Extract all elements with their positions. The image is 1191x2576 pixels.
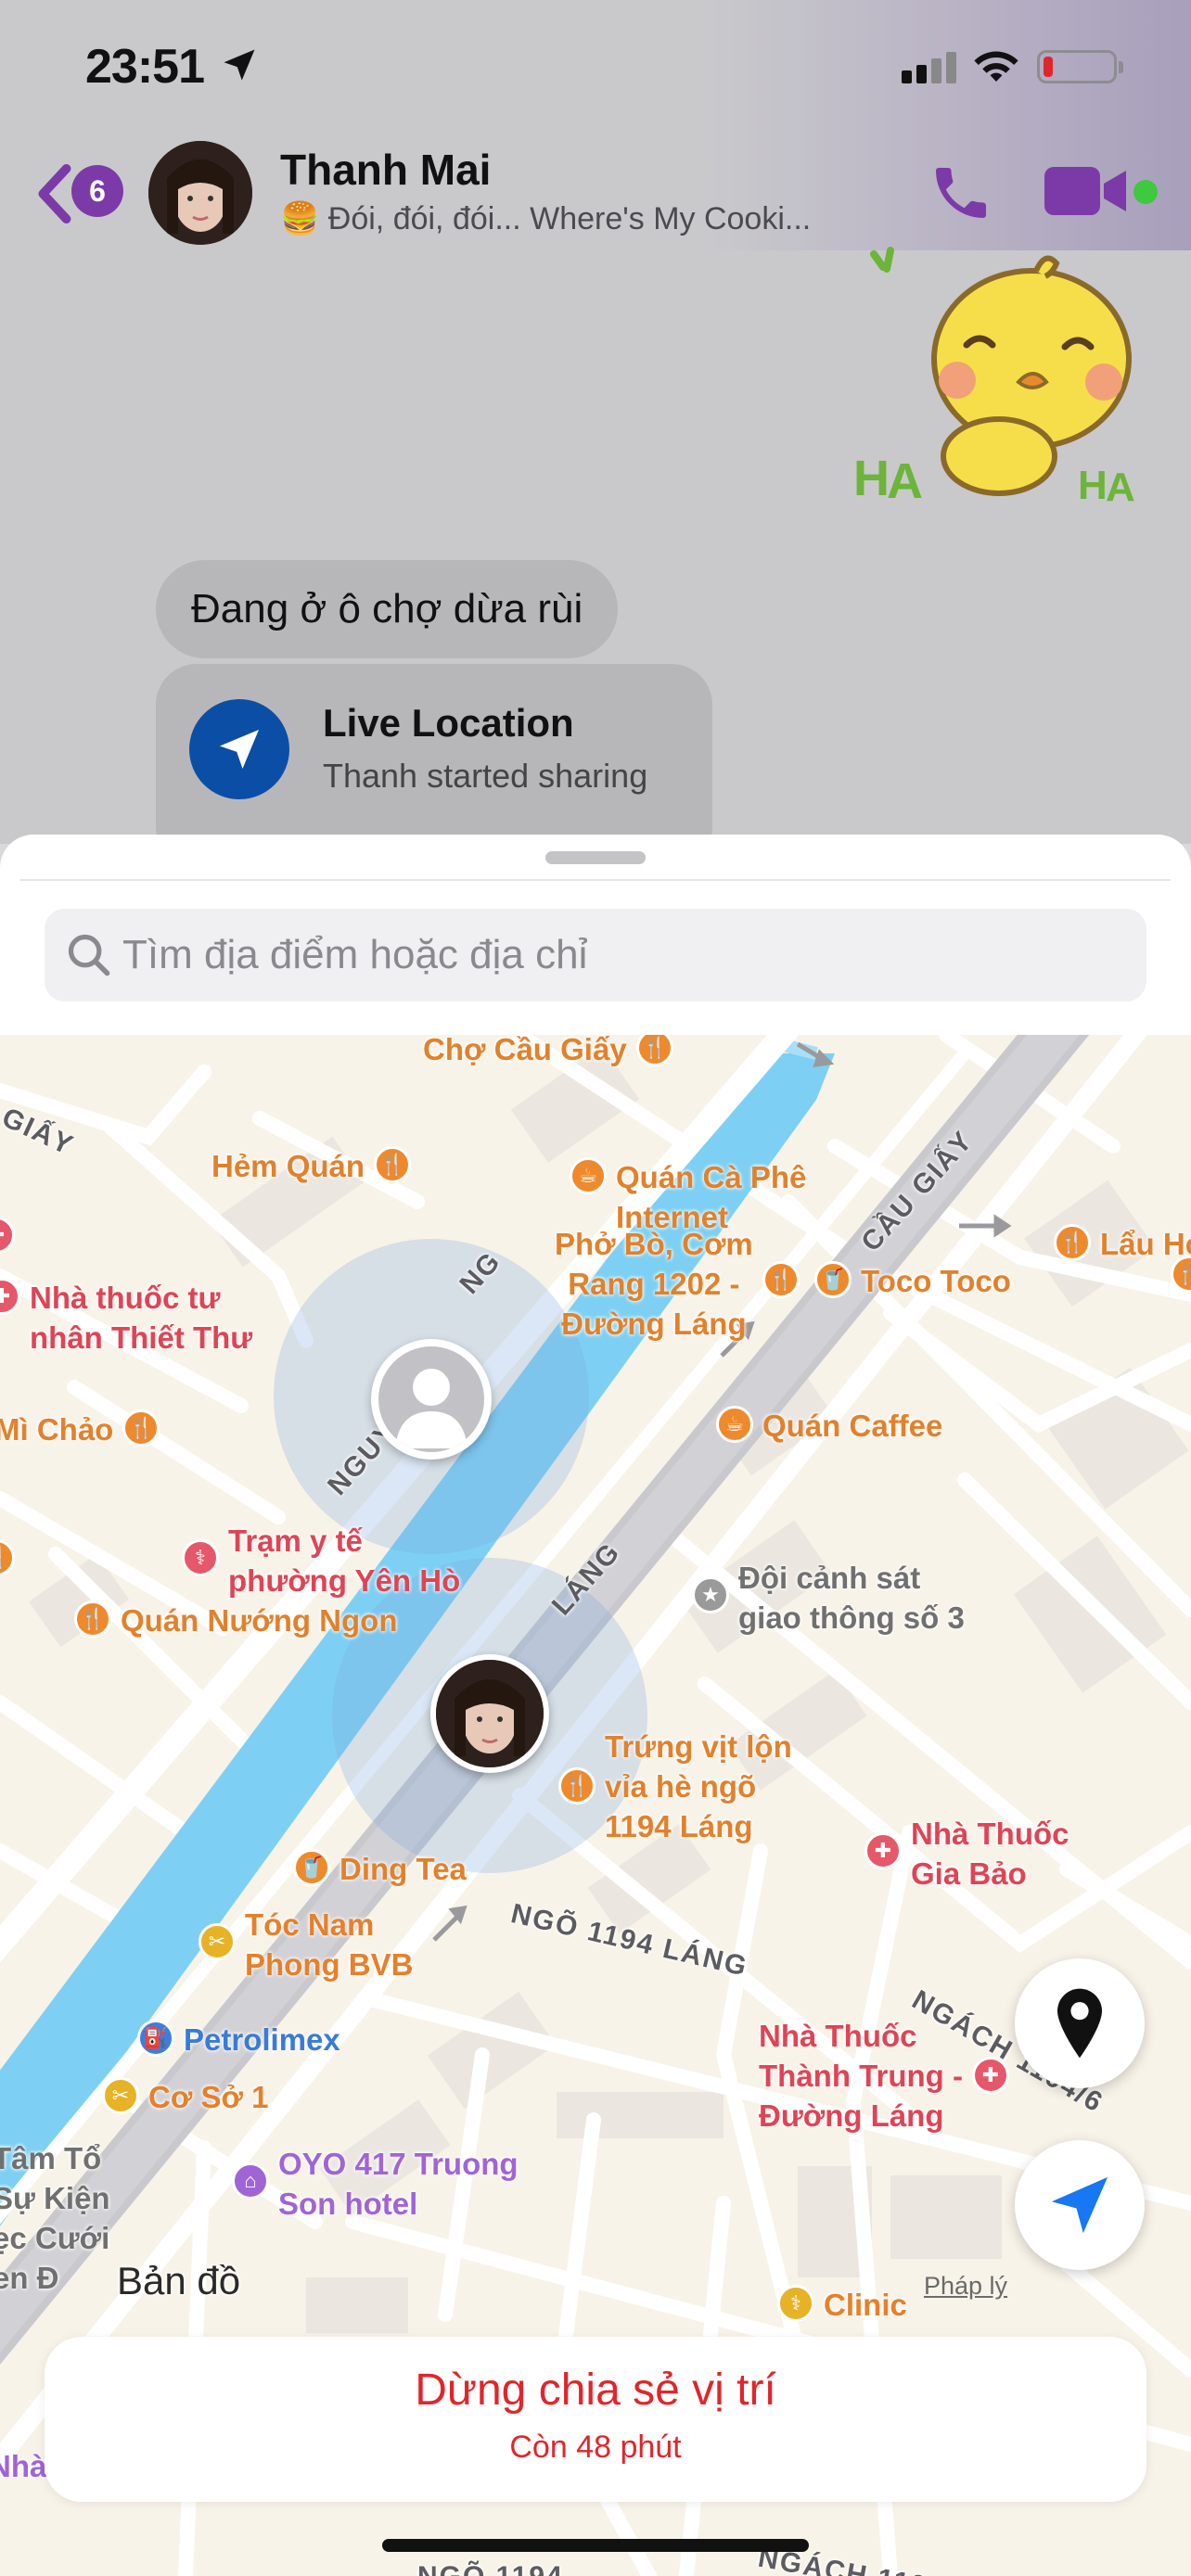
stop-sharing-button[interactable]: Dừng chia sẻ vị trí Còn 48 phút	[45, 2337, 1146, 2502]
phone-call-icon[interactable]	[928, 159, 994, 226]
svg-text:H: H	[853, 451, 890, 503]
location-arrow-icon	[224, 49, 255, 81]
place-marker[interactable]: ✚ Nhà thuốc tư nhân Thiết Thư	[0, 1278, 252, 1358]
unread-count-badge[interactable]: 6	[71, 165, 123, 217]
hotel-icon: ⌂	[232, 2162, 269, 2200]
person-icon	[378, 1346, 484, 1452]
live-location-subtitle: Thanh started sharing	[323, 757, 648, 795]
drink-icon: 🥤	[293, 1849, 330, 1886]
cellular-signal-icon	[902, 52, 956, 83]
friend-location-pin[interactable]	[371, 1339, 492, 1460]
contact-status: 🍔 Đói, đói, đói... Where's My Cooki...	[280, 201, 812, 236]
place-marker[interactable]: ⚕ Clinic	[777, 2285, 907, 2325]
place-marker-edge[interactable]: 🍴	[0, 1539, 15, 1576]
place-marker[interactable]: ☕ Quán Caffee	[716, 1406, 942, 1446]
wifi-icon	[974, 51, 1018, 82]
place-marker[interactable]: 🍴 Trứng vịt lộn vỉa hè ngõ 1194 Láng	[558, 1727, 792, 1846]
coffee-icon: ☕	[570, 1157, 607, 1194]
fuel-icon: ⛽	[137, 2020, 174, 2057]
place-marker[interactable]: 🍴 Mì Chảo	[0, 1409, 160, 1449]
place-marker[interactable]: ⌂ OYO 417 Truong Son hotel	[232, 2144, 519, 2224]
drop-pin-button[interactable]	[1015, 1958, 1145, 2088]
place-marker-edge[interactable]: ✚	[0, 1217, 15, 1254]
pharmacy-icon: ✚	[0, 1278, 20, 1315]
svg-text:H: H	[1078, 463, 1108, 503]
back-chevron-icon[interactable]	[33, 163, 74, 224]
live-location-icon	[189, 699, 289, 799]
live-location-title: Live Location	[323, 701, 574, 745]
maps-brand-label: Bản đồ	[117, 2259, 241, 2302]
fork-knife-icon: 🍴	[558, 1767, 596, 1804]
search-input[interactable]	[122, 909, 1124, 1001]
fork-knife-icon: 🍴	[762, 1261, 800, 1298]
message-bubble[interactable]: Đang ở ô chợ dừa rùi	[156, 560, 619, 658]
coffee-icon: ☕	[716, 1406, 753, 1443]
user-location-pin[interactable]	[430, 1654, 549, 1773]
place-marker[interactable]: ★ Đội cảnh sát giao thông số 3	[692, 1558, 965, 1638]
svg-text:A: A	[887, 453, 923, 503]
sheet-divider	[20, 879, 1171, 881]
status-bar: 23:51	[0, 0, 1191, 130]
medical-icon: ⚕	[182, 1539, 219, 1576]
map-pin-icon	[1057, 1988, 1102, 2059]
place-marker[interactable]: ⛽ Petrolimex	[137, 2020, 340, 2060]
contact-avatar[interactable]	[148, 141, 252, 245]
place-marker[interactable]: 🥤 Toco Toco	[814, 1261, 1011, 1301]
pharmacy-icon: ✚	[864, 1832, 902, 1869]
place-marker[interactable]: 🥤 Ding Tea	[293, 1849, 467, 1889]
fork-knife-icon: 🍴	[374, 1146, 412, 1183]
user-avatar	[436, 1660, 544, 1767]
search-icon	[68, 934, 110, 976]
fork-knife-icon: 🍴	[635, 1035, 673, 1066]
drink-icon: 🥤	[814, 1261, 852, 1298]
place-marker-edge[interactable]: 🍴	[1171, 1256, 1191, 1293]
police-icon: ★	[692, 1576, 729, 1613]
place-marker[interactable]: ✂ Tóc Nam Phong BVB	[198, 1905, 413, 1984]
pharmacy-icon: ✚	[0, 1217, 15, 1254]
stop-sharing-label: Dừng chia sẻ vị trí	[415, 2366, 776, 2415]
location-arrow-icon	[1051, 2176, 1108, 2234]
fork-knife-icon: 🍴	[1054, 1224, 1091, 1261]
place-marker[interactable]: Tâm Tổ Sự Kiện ẹc Cưới en Đ	[0, 2138, 110, 2298]
laughing-duck-sticker: H A H A	[853, 247, 1135, 503]
pharmacy-icon: ✚	[971, 2057, 1009, 2094]
current-location-button[interactable]	[1015, 2140, 1145, 2270]
location-sheet: CẦU GIẤY NGUY NG LÁNG NGÕ 1194 LÁNG NGÁC…	[0, 835, 1191, 2576]
home-indicator[interactable]	[382, 2539, 809, 2552]
fork-knife-icon: 🍴	[122, 1409, 160, 1447]
contact-name[interactable]: Thanh Mai	[280, 145, 491, 195]
place-marker[interactable]: 🍴 Quán Nướng Ngon	[74, 1600, 397, 1640]
salon-icon: ✂	[198, 1923, 236, 1960]
fork-knife-icon: 🍴	[0, 1539, 15, 1576]
sheet-grabber[interactable]	[545, 851, 646, 864]
place-marker[interactable]: ✚ Nhà Thuốc Gia Bảo	[864, 1814, 1069, 1894]
place-marker[interactable]: 🍴 Hẻm Quán	[211, 1146, 412, 1186]
place-marker[interactable]: 🍴 Phở Bò, Cơm Rang 1202 - Đường Láng	[555, 1224, 800, 1344]
place-marker[interactable]: ✂ Cơ Sở 1	[102, 2077, 268, 2117]
place-marker[interactable]: ⚕ Trạm y tế phường Yên Hò	[182, 1521, 460, 1600]
online-status-dot	[1133, 180, 1158, 204]
video-call-icon[interactable]	[1044, 163, 1130, 219]
status-time: 23:51	[85, 40, 205, 94]
place-marker[interactable]: 🍴 Chợ Cầu Giấy	[423, 1035, 673, 1069]
time-remaining-label: Còn 48 phút	[509, 2429, 682, 2465]
street-label: NGÕ 1194	[417, 2561, 564, 2576]
legal-link[interactable]: Pháp lý	[924, 2272, 1007, 2301]
fork-knife-icon: 🍴	[1171, 1256, 1191, 1293]
salon-icon: ✂	[102, 2077, 139, 2114]
medical-icon: ⚕	[777, 2285, 814, 2322]
place-marker[interactable]: ✚ Nhà Thuốc Thành Trung - Đường Láng	[759, 2016, 1009, 2136]
place-search-field[interactable]	[45, 909, 1146, 1001]
svg-text:A: A	[1106, 465, 1135, 503]
fork-knife-icon: 🍴	[74, 1600, 111, 1638]
battery-icon	[1037, 50, 1123, 83]
